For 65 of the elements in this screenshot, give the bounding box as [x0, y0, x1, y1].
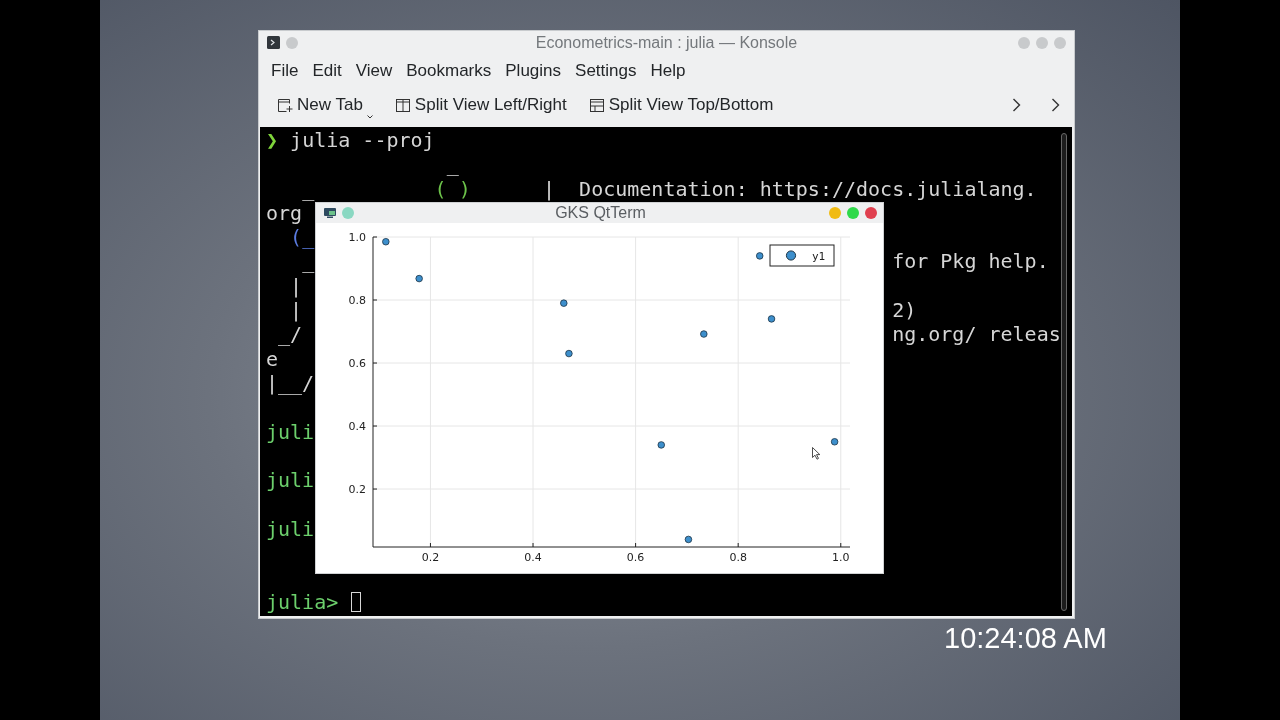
terminal-text: for Pkg help.	[892, 249, 1049, 274]
mouse-pointer-icon	[812, 447, 821, 460]
window-title: GKS QtTerm	[554, 204, 647, 222]
toolbar-button[interactable]: New Tab	[277, 95, 373, 115]
terminal-text: juli	[266, 468, 315, 493]
terminal-text: _	[302, 176, 315, 201]
terminal-text: ng.org/ releas	[892, 322, 1061, 347]
maximize-button[interactable]	[1036, 36, 1048, 49]
tick-label: 0.4	[524, 551, 542, 564]
toolbar-button[interactable]: Split View Top/Bottom	[588, 95, 774, 115]
menu-item[interactable]: Plugins	[499, 61, 570, 81]
tick-label: 0.8	[348, 294, 366, 307]
split-columns-icon	[394, 97, 411, 113]
text-cursor	[351, 591, 362, 612]
menu-item[interactable]: File	[265, 61, 307, 81]
on-all-desktops-button[interactable]	[342, 207, 354, 219]
toolbar-button[interactable]: Split View Left/Right	[394, 95, 567, 115]
terminal-text: | Documentation: https://docs.julialang.	[542, 176, 1037, 201]
terminal-text: e	[266, 346, 279, 371]
tick-label: 0.6	[626, 551, 645, 564]
chevron-right-icon	[1051, 98, 1060, 112]
close-button[interactable]	[865, 207, 877, 219]
terminal-text: |	[290, 273, 303, 299]
terminal-text: juli	[266, 419, 315, 444]
chevron-right-icon	[1012, 98, 1021, 112]
tick-label: 0.6	[348, 357, 366, 370]
menu-item[interactable]: Help	[644, 61, 694, 81]
terminal-app-icon	[267, 36, 280, 49]
window-title: Econometrics-main : julia — Konsole	[534, 33, 799, 52]
terminal-text: julia --proj	[290, 128, 435, 153]
menu-item[interactable]: Edit	[306, 61, 350, 81]
terminal-text: |__/	[266, 370, 315, 396]
legend	[769, 244, 835, 267]
legend-label: y1	[812, 250, 826, 263]
clock: 10:24:08 AM	[944, 622, 1107, 655]
terminal-text: julia>	[266, 589, 339, 614]
minimize-button[interactable]	[1018, 36, 1030, 49]
menu-item[interactable]: View	[349, 61, 401, 81]
tick-label: 0.2	[421, 551, 440, 564]
new-tab-icon	[277, 97, 293, 113]
terminal-text: _	[302, 249, 315, 274]
on-all-desktops-button[interactable]	[286, 36, 298, 49]
tick-label: 0.2	[348, 483, 366, 497]
monitor-icon	[324, 208, 336, 218]
terminal-text: org	[266, 200, 303, 226]
terminal-text: _/	[278, 322, 303, 347]
minimize-button[interactable]	[829, 207, 841, 219]
tick-label: 0.4	[348, 420, 366, 433]
tick-label: 0.8	[729, 551, 747, 564]
terminal-text: juli	[266, 516, 315, 542]
split-rows-icon	[588, 97, 605, 113]
tick-label: 1.0	[832, 551, 850, 564]
terminal-text: _	[446, 152, 459, 177]
maximize-button[interactable]	[847, 207, 859, 219]
tick-label: 1.0	[348, 231, 366, 244]
menu-item[interactable]: Settings	[569, 61, 645, 81]
terminal-text: 2)	[892, 298, 917, 323]
legend-marker	[785, 250, 797, 261]
terminal-text: ( )	[434, 176, 471, 201]
caret-icon	[366, 115, 373, 119]
menu-item[interactable]: Bookmarks	[400, 61, 500, 81]
terminal-text: (_	[290, 225, 315, 250]
terminal-text: |	[290, 298, 303, 323]
terminal-text: ❯	[266, 128, 279, 153]
scrollbar[interactable]	[1060, 133, 1067, 611]
